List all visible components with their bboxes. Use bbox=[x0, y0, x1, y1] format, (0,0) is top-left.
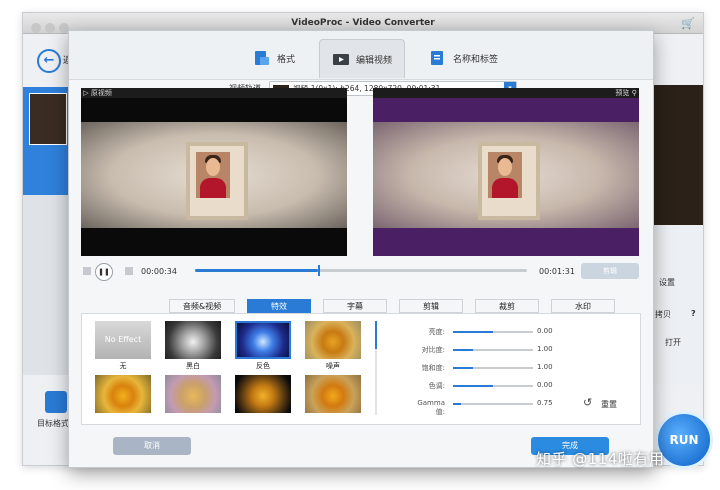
format-icon bbox=[253, 49, 271, 67]
window-controls bbox=[31, 18, 73, 37]
adjustment-slider-fill bbox=[453, 331, 493, 333]
effect-thumbnail[interactable] bbox=[165, 375, 221, 413]
portrait-face bbox=[498, 158, 512, 176]
clip-button[interactable]: 剪辑 bbox=[581, 263, 639, 279]
effect-thumbnail[interactable] bbox=[305, 321, 361, 359]
portrait-shirt bbox=[200, 178, 226, 198]
effect-thumbnail[interactable] bbox=[165, 321, 221, 359]
open-button[interactable]: 打开 bbox=[665, 337, 681, 348]
effect-label: 黑白 bbox=[186, 362, 200, 370]
adjustment-label: 色调: bbox=[428, 382, 445, 390]
edit-video-dialog: 格式 编辑视频 名称和标签 视频轨道 视频-1(0x1): h264, 1280… bbox=[68, 30, 654, 468]
name-tag-icon bbox=[429, 49, 447, 67]
effect-thumbnail[interactable] bbox=[95, 375, 151, 413]
help-icon[interactable]: ? bbox=[691, 309, 696, 318]
back-arrow-icon[interactable]: ← bbox=[37, 49, 61, 73]
tab-format[interactable]: 格式 bbox=[241, 39, 307, 77]
target-format-label: 目标格式 bbox=[37, 419, 69, 428]
adjustment-value: 0.00 bbox=[537, 327, 553, 335]
edit-tab[interactable]: 特效 bbox=[247, 299, 311, 313]
adjustment-slider-fill bbox=[453, 349, 473, 351]
minimize-window-icon[interactable] bbox=[45, 23, 55, 33]
picture-frame bbox=[186, 142, 248, 220]
adjustment-value: 0.75 bbox=[537, 399, 553, 407]
end-time: 00:01:31 bbox=[539, 267, 575, 276]
video-thumbnail[interactable] bbox=[29, 93, 67, 145]
edit-tab[interactable]: 剪辑 bbox=[399, 299, 463, 313]
edit-tab[interactable]: 裁剪 bbox=[475, 299, 539, 313]
effect-thumbnail[interactable]: No Effect bbox=[95, 321, 151, 359]
adjustment-slider[interactable] bbox=[453, 349, 533, 351]
cancel-button[interactable]: 取消 bbox=[113, 437, 191, 455]
portrait-shirt bbox=[492, 178, 518, 198]
stop-icon[interactable] bbox=[83, 267, 91, 275]
tab-format-label: 格式 bbox=[277, 54, 296, 65]
adjustment-label: 饱和度: bbox=[421, 364, 445, 372]
right-options-panel: 设置 拷贝 ? 打开 bbox=[651, 225, 703, 385]
tab-edit-video-label: 编辑视频 bbox=[356, 55, 393, 66]
edit-video-icon bbox=[332, 50, 350, 68]
adjustment-label: 对比度: bbox=[421, 346, 445, 354]
effect-thumbnail-text: No Effect bbox=[104, 335, 142, 344]
right-preview-thumbnail bbox=[651, 85, 703, 225]
adjustment-slider-fill bbox=[453, 403, 461, 405]
adjustment-label: 亮度: bbox=[428, 328, 445, 336]
adjustment-slider-fill bbox=[453, 385, 493, 387]
picture-frame bbox=[478, 142, 540, 220]
portrait bbox=[488, 152, 522, 198]
effect-thumbnail[interactable] bbox=[235, 321, 291, 359]
edit-tab[interactable]: 字幕 bbox=[323, 299, 387, 313]
reset-icon[interactable]: ↺ bbox=[583, 397, 595, 409]
dialog-tab-bar: 格式 编辑视频 名称和标签 bbox=[69, 31, 653, 80]
timeline-progress bbox=[195, 269, 318, 272]
settings-label[interactable]: 设置 bbox=[659, 277, 675, 288]
current-time: 00:00:34 bbox=[141, 267, 177, 276]
effect-label: 反色 bbox=[256, 362, 270, 370]
tab-name-tag[interactable]: 名称和标签 bbox=[417, 39, 510, 77]
adjustment-slider[interactable] bbox=[453, 385, 533, 387]
preview-header: 预览 ⚲ bbox=[373, 88, 639, 98]
reset-button[interactable]: 重置 bbox=[601, 399, 617, 410]
close-window-icon[interactable] bbox=[31, 23, 41, 33]
play-small-icon: ▷ bbox=[83, 89, 89, 97]
watermark-text: 知乎 @114啦有用 bbox=[536, 450, 665, 468]
panel-scroll-indicator[interactable] bbox=[375, 321, 377, 349]
effect-label: 无 bbox=[119, 362, 127, 370]
zoom-icon[interactable]: ⚲ bbox=[632, 89, 637, 97]
preview-label: 预览 bbox=[615, 89, 630, 97]
edit-tab-bar: 音频&视频 特效 字幕 剪辑 裁剪 水印 bbox=[169, 299, 629, 313]
adjustment-slider[interactable] bbox=[453, 331, 533, 333]
target-format-icon[interactable] bbox=[45, 391, 67, 413]
source-video-header: ▷ 原视频 bbox=[81, 88, 347, 98]
preview-video-view bbox=[373, 98, 639, 256]
cart-icon[interactable]: 🛒 bbox=[681, 17, 695, 30]
timeline-slider[interactable] bbox=[195, 265, 527, 276]
adjustment-value: 0.00 bbox=[537, 381, 553, 389]
edit-tab[interactable]: 水印 bbox=[551, 299, 615, 313]
tab-name-tag-label: 名称和标签 bbox=[453, 54, 499, 65]
copy-label[interactable]: 拷贝 bbox=[655, 309, 671, 320]
edit-tab[interactable]: 音频&视频 bbox=[169, 299, 235, 313]
portrait-face bbox=[206, 158, 220, 176]
pause-button[interactable]: ❚❚ bbox=[95, 263, 113, 281]
source-video-view bbox=[81, 98, 347, 256]
tab-edit-video[interactable]: 编辑视频 bbox=[319, 39, 406, 78]
effect-thumbnail[interactable] bbox=[235, 375, 291, 413]
adjustment-value: 1.00 bbox=[537, 363, 553, 371]
adjustment-value: 1.00 bbox=[537, 345, 553, 353]
adjustment-slider[interactable] bbox=[453, 403, 533, 405]
source-video-label: 原视频 bbox=[90, 89, 112, 97]
effect-thumbnail[interactable] bbox=[305, 375, 361, 413]
frame-step-icon[interactable] bbox=[125, 267, 133, 275]
adjustment-slider[interactable] bbox=[453, 367, 533, 369]
adjustment-label: Gamma值: bbox=[417, 399, 445, 416]
timeline-knob[interactable] bbox=[317, 265, 320, 276]
effect-label: 噪声 bbox=[326, 362, 340, 370]
portrait bbox=[196, 152, 230, 198]
adjustment-slider-fill bbox=[453, 367, 473, 369]
sidebar-lower bbox=[23, 195, 69, 375]
